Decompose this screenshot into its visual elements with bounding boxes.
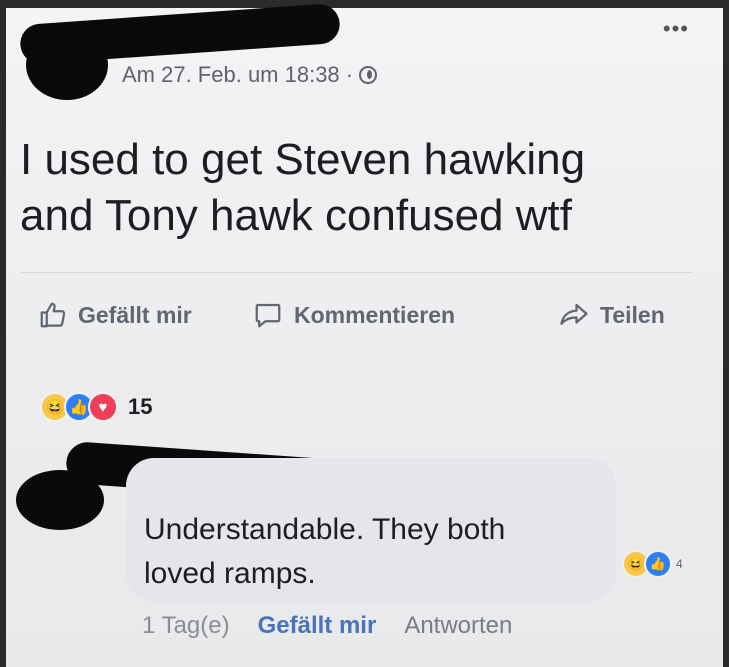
comment-time[interactable]: 1 Tag(e) <box>142 612 230 640</box>
share-arrow-icon <box>560 303 588 325</box>
speech-bubble-icon <box>255 303 281 328</box>
post-actions: Gefällt mir Kommentieren Teilen <box>6 300 729 340</box>
comment-text-line: loved ramps. <box>144 557 316 590</box>
redacted-avatar <box>26 30 108 100</box>
comment-label: Kommentieren <box>294 301 456 328</box>
comment-reaction-count: 4 <box>676 557 683 571</box>
divider <box>20 272 693 273</box>
comment-like-button[interactable]: Gefällt mir <box>258 612 377 640</box>
timestamp-text: Am 27. Feb. um 18:38 · <box>122 62 354 87</box>
more-options-icon[interactable]: ••• <box>663 18 689 40</box>
like-label: Gefällt mir <box>78 301 192 328</box>
post-text-line: and Tony hawk confused wtf <box>20 191 572 240</box>
thumbs-up-icon <box>40 302 66 328</box>
share-button[interactable]: Teilen <box>558 300 665 330</box>
reaction-count: 15 <box>128 394 153 419</box>
globe-icon <box>359 66 378 84</box>
love-icon: ♥ <box>88 392 118 422</box>
share-label: Teilen <box>600 301 665 328</box>
comment-text: Understandable. They both loved ramps. <box>144 508 584 596</box>
comment-text-line: Understandable. They both <box>144 513 506 546</box>
like-button[interactable]: Gefällt mir <box>38 300 192 330</box>
comment-reply-button[interactable]: Antworten <box>404 612 512 640</box>
comment-button[interactable]: Kommentieren <box>252 300 455 330</box>
comment-actions: 1 Tag(e) Gefällt mir Antworten <box>142 612 512 640</box>
top-bar <box>6 0 729 8</box>
post-text: I used to get Steven hawking and Tony ha… <box>20 132 710 244</box>
like-icon: 👍 <box>644 550 672 578</box>
reaction-summary[interactable]: 😆 👍 ♥ 15 <box>40 392 152 422</box>
comment-reactions[interactable]: 😆 👍 4 <box>622 550 683 578</box>
post-text-line: I used to get Steven hawking <box>20 135 586 184</box>
post-card: ••• Am 27. Feb. um 18:38 · I used to get… <box>0 0 729 667</box>
post-timestamp[interactable]: Am 27. Feb. um 18:38 · <box>122 62 378 88</box>
